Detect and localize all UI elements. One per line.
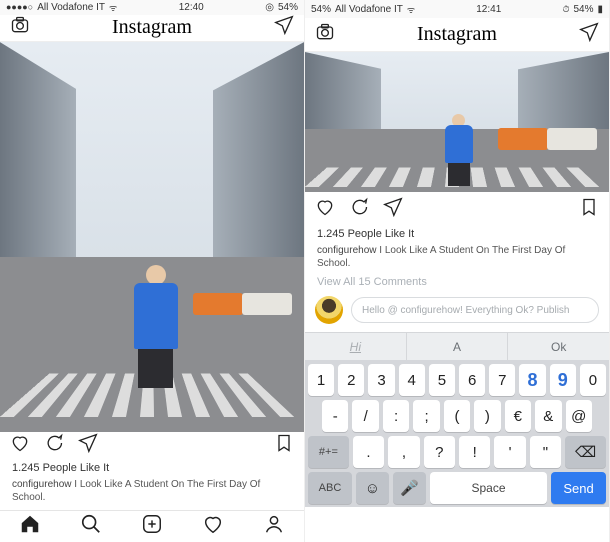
keyboard-suggestions: Hi A Ok <box>305 332 609 360</box>
caption-username[interactable]: configurehow <box>317 245 376 256</box>
key-question[interactable]: ? <box>424 436 455 468</box>
suggestion-3[interactable]: Ok <box>508 333 609 360</box>
mic-icon: 🎤 <box>400 479 419 497</box>
key-3[interactable]: 3 <box>368 364 394 396</box>
key-4[interactable]: 4 <box>399 364 425 396</box>
key-dash[interactable]: - <box>322 400 348 432</box>
key-abc[interactable]: ABC <box>308 472 352 504</box>
comment-compose-row: Hello @ configurehow! Everything Ok? Pub… <box>305 292 609 332</box>
post-photo[interactable] <box>0 42 304 432</box>
tab-search-icon[interactable] <box>80 513 102 540</box>
tab-profile-icon[interactable] <box>263 513 285 540</box>
wifi-icon: ᯤ <box>407 3 415 16</box>
save-icon[interactable] <box>274 433 294 458</box>
key-1[interactable]: 1 <box>308 364 334 396</box>
key-9[interactable]: 9 <box>550 364 576 396</box>
post-actions <box>0 432 304 459</box>
comment-icon[interactable] <box>349 197 369 222</box>
battery-percent: 54% <box>278 2 298 13</box>
backspace-icon: ⌫ <box>575 443 596 461</box>
clock: 12:40 <box>179 2 204 13</box>
post-caption: configurehow I Look Like A Student On Th… <box>0 476 304 510</box>
clock: 12:41 <box>476 4 501 15</box>
battery-percent: 54% <box>573 4 593 15</box>
key-7[interactable]: 7 <box>489 364 515 396</box>
bottom-tab-bar <box>0 510 304 542</box>
key-period[interactable]: . <box>353 436 384 468</box>
key-symbols[interactable]: #+= <box>308 436 349 468</box>
battery-icon: ◎ <box>265 2 274 13</box>
like-icon[interactable] <box>315 197 335 222</box>
phone-left: ●●●●○ All Vodafone IT ᯤ 12:40 ◎ 54% Inst… <box>0 0 305 542</box>
app-header: Instagram <box>305 18 609 52</box>
key-exclaim[interactable]: ! <box>459 436 490 468</box>
key-0[interactable]: 0 <box>580 364 606 396</box>
signal-icon: ●●●●○ <box>6 2 33 12</box>
key-5[interactable]: 5 <box>429 364 455 396</box>
app-header: Instagram <box>0 15 304 43</box>
comment-input[interactable]: Hello @ configurehow! Everything Ok? Pub… <box>351 297 599 323</box>
key-semicolon[interactable]: ; <box>413 400 439 432</box>
comment-placeholder: Hello @ configurehow! Everything Ok? Pub… <box>362 305 569 316</box>
key-6[interactable]: 6 <box>459 364 485 396</box>
key-paren-open[interactable]: ( <box>444 400 470 432</box>
key-apostrophe[interactable]: ' <box>494 436 525 468</box>
key-emoji[interactable]: ☺ <box>356 472 389 504</box>
key-paren-close[interactable]: ) <box>474 400 500 432</box>
key-backspace[interactable]: ⌫ <box>565 436 606 468</box>
share-icon[interactable] <box>78 433 98 458</box>
battery-icon: ▮ <box>597 4 603 15</box>
key-at[interactable]: @ <box>566 400 592 432</box>
emoji-icon: ☺ <box>365 480 380 497</box>
key-2[interactable]: 2 <box>338 364 364 396</box>
direct-message-icon[interactable] <box>274 15 294 40</box>
carrier-label: All Vodafone IT <box>37 2 105 13</box>
comment-icon[interactable] <box>44 433 64 458</box>
tab-add-icon[interactable] <box>141 513 163 540</box>
like-icon[interactable] <box>10 433 30 458</box>
key-colon[interactable]: : <box>383 400 409 432</box>
key-space[interactable]: Space <box>430 472 547 504</box>
key-mic[interactable]: 🎤 <box>393 472 426 504</box>
key-quote[interactable]: " <box>530 436 561 468</box>
battery-percent-left: 54% <box>311 4 331 15</box>
tab-home-icon[interactable] <box>19 513 41 540</box>
suggestion-1[interactable]: Hi <box>305 333 407 360</box>
share-icon[interactable] <box>383 197 403 222</box>
camera-icon[interactable] <box>315 22 335 47</box>
tab-activity-icon[interactable] <box>202 513 224 540</box>
app-logo: Instagram <box>417 23 497 46</box>
direct-message-icon[interactable] <box>579 22 599 47</box>
app-logo: Instagram <box>112 16 192 39</box>
avatar[interactable] <box>315 296 343 324</box>
phone-right: 54% All Vodafone IT ᯤ 12:41 ⏱ 54% ▮ Inst… <box>305 0 610 542</box>
key-slash[interactable]: / <box>352 400 378 432</box>
alarm-icon: ⏱ <box>562 4 569 15</box>
status-bar: 54% All Vodafone IT ᯤ 12:41 ⏱ 54% ▮ <box>305 0 609 18</box>
likes-count[interactable]: 1.245 People Like It <box>305 226 609 242</box>
key-comma[interactable]: , <box>388 436 419 468</box>
save-icon[interactable] <box>579 197 599 222</box>
post-photo[interactable] <box>305 52 609 192</box>
carrier-label: All Vodafone IT <box>335 4 403 15</box>
key-send[interactable]: Send <box>551 472 606 504</box>
post-caption: configurehow I Look Like A Student On Th… <box>305 242 609 276</box>
key-euro[interactable]: € <box>505 400 531 432</box>
post-actions <box>305 192 609 226</box>
wifi-icon: ᯤ <box>109 1 117 14</box>
key-ampersand[interactable]: & <box>535 400 561 432</box>
suggestion-2[interactable]: A <box>407 333 509 360</box>
likes-count[interactable]: 1.245 People Like It <box>0 460 304 476</box>
view-all-comments[interactable]: View All 15 Comments <box>305 276 609 292</box>
camera-icon[interactable] <box>10 15 30 40</box>
status-bar: ●●●●○ All Vodafone IT ᯤ 12:40 ◎ 54% <box>0 0 304 15</box>
keyboard: 1 2 3 4 5 6 7 8 9 0 - / : ; ( ) € & @ #+… <box>305 360 609 507</box>
key-8[interactable]: 8 <box>519 364 545 396</box>
caption-username[interactable]: configurehow <box>12 479 71 490</box>
